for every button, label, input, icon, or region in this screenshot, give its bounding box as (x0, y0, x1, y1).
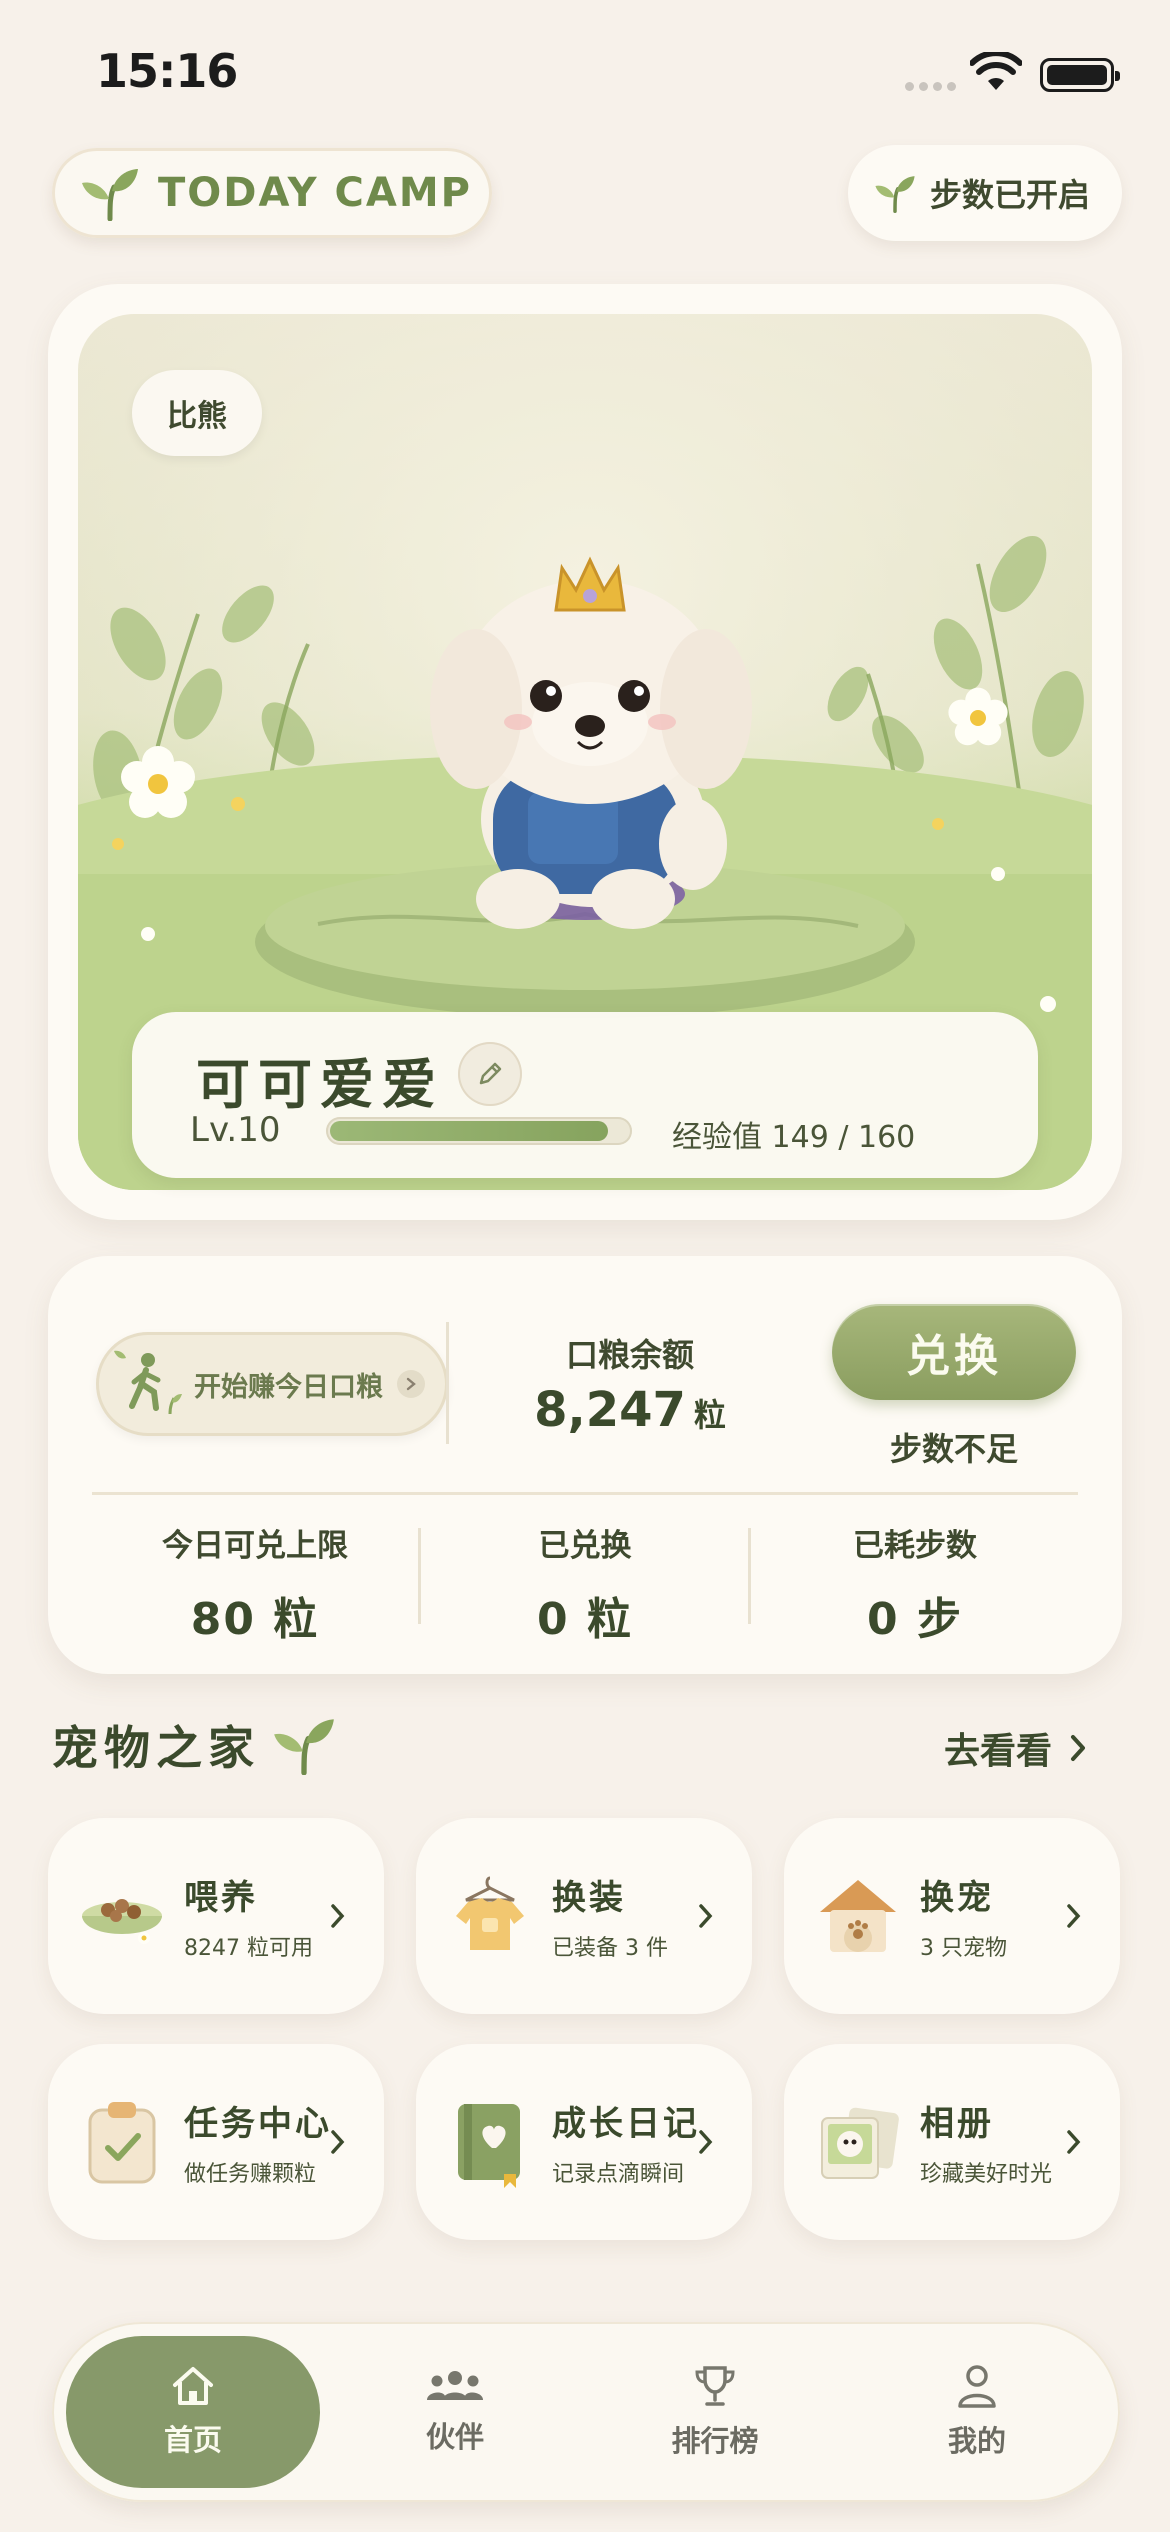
tile-subtitle: 8247 粒可用 (184, 1936, 313, 1961)
pet-name: 可可爱爱 (196, 1053, 444, 1116)
balance-value: 8,247 粒 (500, 1382, 760, 1438)
chevron-right-icon (331, 1904, 345, 1928)
stat-value: 0 粒 (537, 1594, 633, 1645)
divider (92, 1492, 1078, 1495)
tile-switch-pet[interactable]: 换宠 3 只宠物 (784, 1818, 1120, 2014)
tile-outfit[interactable]: 换装 已装备 3 件 (416, 1818, 752, 2014)
tile-title: 换装 (552, 1878, 626, 1918)
tab-label: 排行榜 (671, 2424, 759, 2458)
tile-subtitle: 已装备 3 件 (552, 1936, 668, 1961)
pet-house-icon (820, 1880, 896, 1952)
status-time: 15:16 (96, 44, 238, 98)
photo-album-icon (821, 2107, 899, 2179)
tile-title: 成长日记 (552, 2104, 700, 2144)
stat-steps-used: 已耗步数 0 步 (750, 1520, 1080, 1647)
brand-badge: TODAY CAMP (52, 148, 492, 238)
earn-food-label: 开始赚今日口粮 (194, 1371, 383, 1403)
food-bowl-icon (82, 1899, 162, 1944)
stat-value: 0 步 (867, 1594, 963, 1645)
balance-number: 8,247 (534, 1382, 686, 1438)
brand-title: TODAY CAMP (158, 170, 472, 216)
pet-level: Lv.10 (190, 1110, 281, 1150)
profile-icon (958, 2365, 996, 2408)
battery-icon (1040, 58, 1120, 92)
tile-feed[interactable]: 喂养 8247 粒可用 (48, 1818, 384, 2014)
see-more-label: 去看看 (944, 1731, 1053, 1772)
tab-label: 首页 (163, 2423, 222, 2457)
balance-unit: 粒 (693, 1396, 726, 1434)
chevron-right-icon (699, 1904, 713, 1928)
chevron-right-icon (331, 2130, 345, 2154)
stat-exchanged: 已兑换 0 粒 (420, 1520, 750, 1647)
exchange-note: 步数不足 (889, 1430, 1018, 1468)
xp-text: 经验值 149 / 160 (672, 1120, 916, 1155)
tile-album[interactable]: 相册 珍藏美好时光 (784, 2044, 1120, 2240)
sprout-icon (82, 169, 138, 221)
stat-label: 今日可兑上限 (162, 1528, 348, 1564)
tab-leaderboard[interactable]: 排行榜 (588, 2336, 842, 2488)
tile-subtitle: 做任务赚颗粒 (184, 2162, 317, 2187)
section-title: 宠物之家 (52, 1712, 336, 1778)
trophy-icon (695, 2366, 735, 2406)
tile-subtitle: 记录点滴瞬间 (552, 2162, 685, 2187)
clipboard-check-icon (88, 2102, 156, 2184)
tile-task-center[interactable]: 任务中心 做任务赚颗粒 (48, 2044, 384, 2240)
stat-value: 80 粒 (190, 1594, 320, 1645)
exchange-button[interactable]: 兑换 (832, 1304, 1076, 1400)
chevron-right-icon (397, 1370, 425, 1398)
see-more-link[interactable]: 去看看 (944, 1722, 1086, 1774)
tab-friends[interactable]: 伙伴 (328, 2336, 582, 2488)
tab-label: 我的 (947, 2424, 1006, 2458)
walking-person-icon (114, 1350, 182, 1415)
chevron-right-icon (1067, 2130, 1081, 2154)
sprout-icon (274, 1719, 334, 1775)
tile-growth-diary[interactable]: 成长日记 记录点滴瞬间 (416, 2044, 752, 2240)
balance-label: 口粮余额 (565, 1336, 694, 1374)
stat-label: 已耗步数 (853, 1528, 977, 1564)
edit-name-button[interactable] (458, 1042, 522, 1106)
chevron-right-icon (699, 2130, 713, 2154)
outfit-icon (456, 1876, 524, 1950)
breed-tag: 比熊 (132, 370, 262, 456)
tile-title: 喂养 (184, 1878, 258, 1918)
friends-icon (427, 2371, 483, 2400)
tab-profile[interactable]: 我的 (850, 2336, 1104, 2488)
xp-progress-fill (330, 1121, 608, 1141)
tile-title: 相册 (920, 2104, 994, 2144)
stat-daily-limit: 今日可兑上限 80 粒 (90, 1520, 420, 1647)
wifi-icon (970, 52, 1022, 90)
tab-label: 伙伴 (425, 2420, 484, 2454)
cellular-signal-icon (905, 82, 959, 92)
divider (446, 1322, 449, 1444)
tile-title: 换宠 (920, 1878, 994, 1918)
section-title-text: 宠物之家 (52, 1721, 260, 1775)
sprout-icon (875, 176, 915, 213)
steps-status-label: 步数已开启 (930, 176, 1091, 214)
home-icon (173, 2367, 213, 2405)
xp-progress-bar (326, 1117, 632, 1145)
pencil-icon (479, 1062, 502, 1085)
tab-home[interactable]: 首页 (66, 2336, 320, 2488)
steps-enabled-button[interactable]: 步数已开启 (848, 145, 1122, 241)
tile-subtitle: 珍藏美好时光 (920, 2162, 1053, 2187)
tile-title: 任务中心 (184, 2104, 332, 2144)
earn-food-button[interactable]: 开始赚今日口粮 (96, 1332, 448, 1436)
chevron-right-icon (1071, 1735, 1086, 1761)
stat-label: 已兑换 (538, 1528, 632, 1564)
tile-subtitle: 3 只宠物 (920, 1936, 1007, 1961)
diary-book-icon (458, 2104, 520, 2188)
chevron-right-icon (1067, 1904, 1081, 1928)
